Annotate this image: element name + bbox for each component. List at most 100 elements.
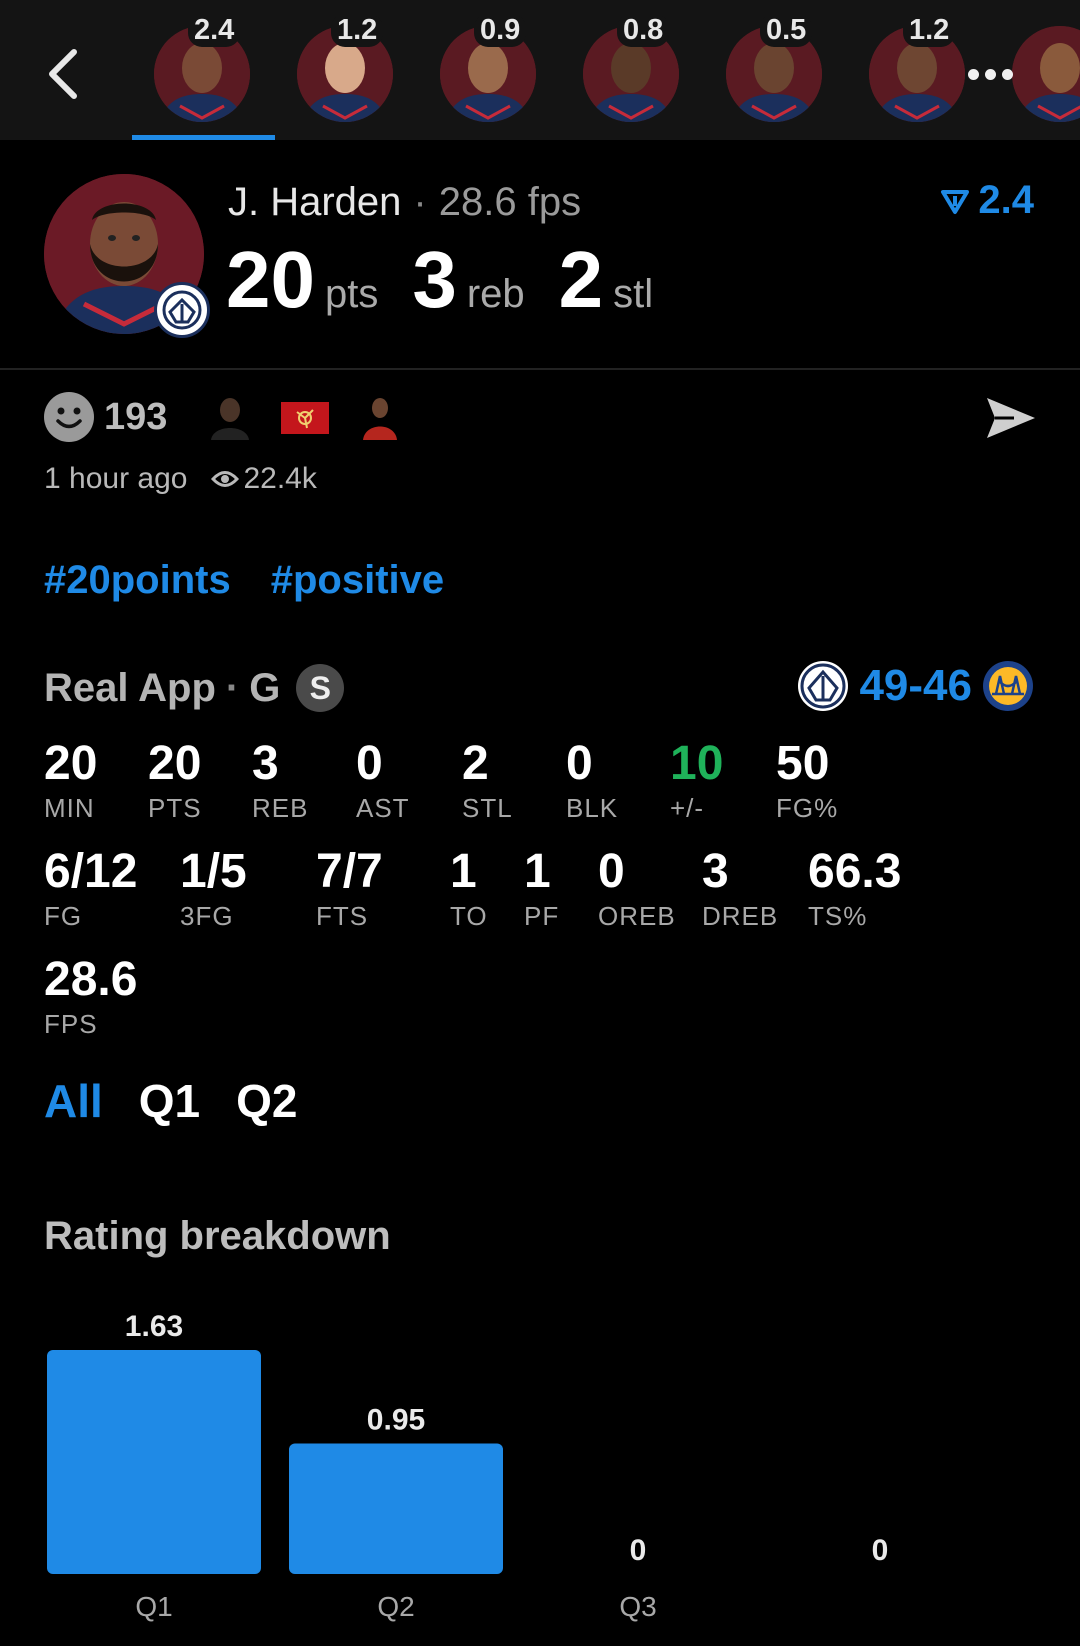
- stat-label: BLK: [566, 793, 619, 823]
- reactions-row: 193: [44, 392, 419, 442]
- player-name-line: J. Harden · 28.6 fps: [228, 180, 582, 224]
- stat-label: REB: [252, 793, 309, 823]
- stat-value: 10: [670, 737, 724, 790]
- player-rating-value: 2.4: [978, 178, 1034, 222]
- headline-stl-value: 2: [558, 235, 604, 324]
- player-position: G: [249, 665, 281, 710]
- hashtag-link[interactable]: #20points: [44, 558, 231, 602]
- stat-cell-fg: 6/12 FG: [44, 844, 137, 932]
- stat-cell-reb: 3 REB: [252, 736, 308, 824]
- status-badge: S: [296, 664, 345, 712]
- dot-icon: [984, 68, 996, 80]
- stat-value: 7/7: [316, 845, 383, 898]
- stat-value: 0: [598, 845, 625, 898]
- hashtag-link[interactable]: #positive: [271, 558, 444, 602]
- stat-value: 1: [524, 845, 551, 898]
- stat-label: PTS: [148, 793, 202, 823]
- chart-category-label: Q1: [135, 1591, 172, 1622]
- headline-stl-unit: stl: [613, 272, 654, 316]
- player-tab-rating: 0.8: [617, 14, 670, 47]
- quarter-tabs: All Q1 Q2: [44, 1074, 298, 1128]
- stat-cell-fps: 28.6 FPS: [44, 952, 137, 1040]
- stat-cell-ts: 66.3 TS%: [808, 844, 901, 932]
- back-button[interactable]: [40, 44, 84, 104]
- time-ago: 1 hour ago: [44, 462, 188, 495]
- player-fps: 28.6 fps: [438, 180, 582, 224]
- stat-cell-3fg: 1/5 3FG: [180, 844, 247, 932]
- chevron-left-icon: [49, 49, 77, 99]
- stat-label: FG%: [776, 793, 839, 823]
- player-tab[interactable]: 0.8: [561, 0, 704, 140]
- stat-cell-ast: 0 AST: [356, 736, 410, 824]
- eye-icon: [211, 471, 240, 487]
- chart-bar[interactable]: [47, 1350, 261, 1574]
- player-tab[interactable]: 1.2: [275, 0, 418, 140]
- game-info: Real App · G S: [44, 664, 345, 712]
- stat-cell-stl: 2 STL: [462, 736, 513, 824]
- headline-reb-value: 3: [412, 235, 457, 324]
- chart-value-label: 0: [872, 1534, 889, 1567]
- stat-cell-fts: 7/7 FTS: [316, 844, 383, 932]
- player-tab[interactable]: 0.5: [704, 0, 847, 140]
- more-options-button[interactable]: [960, 54, 1020, 94]
- stat-label: OREB: [598, 901, 676, 931]
- headline-pts-value: 20: [226, 235, 315, 324]
- stat-cell-: 10 +/-: [670, 736, 723, 824]
- stat-value: 1/5: [180, 845, 247, 898]
- clippers-logo-icon: [798, 661, 849, 711]
- chart-bar[interactable]: [289, 1443, 503, 1574]
- stat-value: 28.6: [44, 953, 138, 1006]
- stat-label: FTS: [316, 901, 369, 931]
- stat-cell-min: 20 MIN: [44, 736, 97, 824]
- game-source: Real App: [44, 665, 216, 710]
- stat-value: 6/12: [44, 845, 138, 898]
- player-carousel[interactable]: 2.4 1.2 0.9 0.8 0.5 1.2: [132, 0, 1080, 140]
- stat-value: 20: [148, 737, 202, 790]
- stat-cell-to: 1 TO: [450, 844, 488, 932]
- stat-label: TO: [450, 901, 488, 931]
- stat-cell-pf: 1 PF: [524, 844, 559, 932]
- stat-value: 3: [702, 845, 729, 898]
- smile-icon[interactable]: [44, 392, 94, 442]
- share-button[interactable]: [984, 394, 1038, 442]
- chart-category-label: Q3: [619, 1591, 656, 1622]
- stat-label: AST: [356, 793, 410, 823]
- stat-value: 66.3: [808, 845, 902, 898]
- dot-icon: [1001, 68, 1013, 80]
- stat-value: 50: [776, 737, 830, 790]
- game-score[interactable]: 49-46: [797, 660, 1034, 712]
- chart-category-label: Q2: [377, 1591, 414, 1622]
- player-silhouette-emoji-icon[interactable]: [207, 394, 253, 440]
- post-meta: 1 hour ago 22.4k: [44, 462, 317, 496]
- stat-label: MIN: [44, 793, 95, 823]
- rating-arrow-icon: [941, 189, 970, 214]
- stat-label: DREB: [702, 901, 779, 931]
- stat-value: 1: [450, 845, 477, 898]
- stat-cell-fg: 50 FG%: [776, 736, 838, 824]
- player-tab[interactable]: 2.4: [132, 0, 275, 140]
- player-tab-rating: 0.9: [474, 14, 527, 47]
- tab-q2[interactable]: Q2: [236, 1074, 297, 1128]
- stat-label: TS%: [808, 901, 868, 931]
- warriors-logo-icon: [983, 661, 1033, 711]
- tab-q1[interactable]: Q1: [139, 1074, 200, 1128]
- chart-value-label: 0.95: [367, 1403, 425, 1436]
- player-tab[interactable]: 0.9: [418, 0, 561, 140]
- tab-all[interactable]: All: [44, 1074, 103, 1128]
- flag-emoji-icon[interactable]: [279, 394, 331, 440]
- headline-pts-unit: pts: [324, 272, 379, 316]
- player-tab-rating: 2.4: [188, 14, 241, 47]
- stat-label: +/-: [670, 793, 705, 823]
- rating-breakdown-title: Rating breakdown: [44, 1214, 391, 1258]
- player-tab-rating: 1.2: [903, 14, 956, 47]
- player-tab-rating: 0.5: [760, 14, 813, 47]
- player-emoji-icon[interactable]: [357, 394, 403, 440]
- player-rating[interactable]: 2.4: [940, 178, 1034, 223]
- stat-label: STL: [462, 793, 513, 823]
- stat-value: 20: [44, 737, 98, 790]
- rating-breakdown-chart: 1.63 Q1 0.95 Q2 0 Q3 0: [47, 1310, 889, 1622]
- player-tab-rating: 1.2: [331, 14, 384, 47]
- view-count: 22.4k: [243, 462, 317, 495]
- hashtags: #20points #positive: [44, 558, 484, 603]
- player-header: J. Harden · 28.6 fps 2.4 20 pts 3 reb 2 stl: [0, 140, 1080, 370]
